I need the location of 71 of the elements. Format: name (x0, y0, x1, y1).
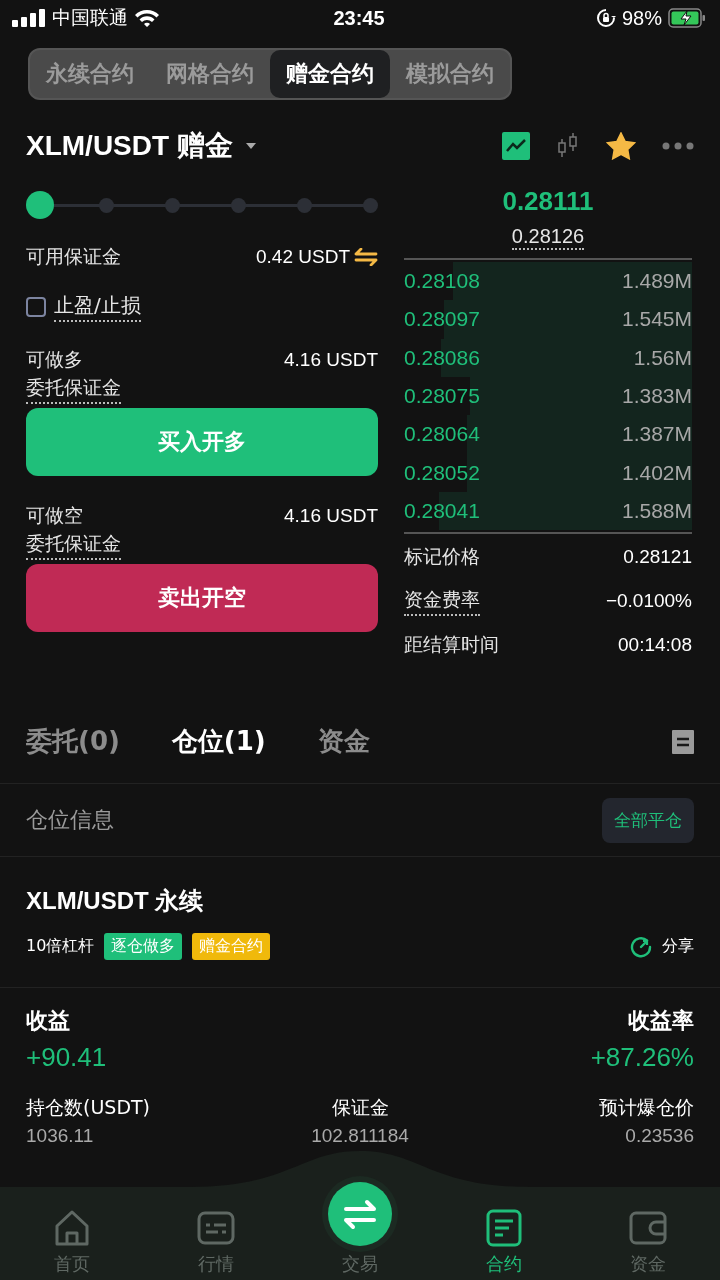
checkbox[interactable] (26, 297, 46, 317)
bid-price[interactable]: 0.28097 (404, 307, 480, 332)
bid-price[interactable]: 0.28108 (404, 269, 480, 294)
leverage-label: 10倍杠杆 (26, 936, 95, 958)
tab[interactable]: 仓位(1) (171, 724, 266, 760)
bid-amount: 1.489M (621, 269, 692, 294)
bid-amount: 1.387M (621, 422, 692, 447)
value: 0.23536 (625, 1125, 694, 1148)
label: 距结算时间 (404, 632, 499, 658)
value: 4.16 USDT (284, 505, 378, 527)
share-icon[interactable] (630, 935, 652, 958)
tag: 逐仓做多 (104, 933, 183, 961)
value: 4.16 USDT (284, 349, 378, 371)
tab[interactable]: 委托(0) (26, 724, 120, 760)
signal-icon (12, 9, 46, 27)
index-price: 0.28126 (511, 225, 585, 250)
label: 收益 (26, 1007, 71, 1036)
label: 保证金 (331, 1095, 389, 1121)
label: 资金费率 (404, 586, 480, 616)
pnl-value: +90.41 (26, 1042, 107, 1074)
value: −0.0100% (605, 590, 692, 613)
value: 102.811184 (311, 1125, 409, 1148)
pair-selector[interactable]: XLM/USDT 赠金 (26, 127, 257, 165)
document-icon[interactable] (672, 729, 694, 754)
value: 00:14:08 (618, 634, 692, 657)
label: 持仓数(USDT) (26, 1095, 152, 1121)
star-icon[interactable] (606, 132, 636, 160)
value: 0.28121 (623, 546, 692, 569)
rotation-lock-icon (595, 8, 616, 28)
roe-value: +87.26% (590, 1042, 694, 1074)
sell-short-button[interactable]: 卖出开空 (26, 564, 378, 632)
checkbox-label[interactable]: 止盈/止损 (54, 292, 141, 322)
transfer-icon[interactable] (354, 248, 378, 266)
bid-amount: 1.588M (621, 498, 692, 523)
bid-amount: 1.402M (621, 460, 692, 485)
tab[interactable]: 资金 (317, 724, 370, 760)
wifi-icon (134, 8, 160, 28)
label: 委托保证金 (26, 530, 121, 560)
label: 预计爆仓价 (599, 1095, 694, 1121)
battery-percent: 98% (621, 6, 662, 30)
bid-price[interactable]: 0.28064 (404, 422, 480, 447)
document-icon (484, 1208, 524, 1248)
caret-icon (244, 142, 257, 150)
share-link[interactable]: 分享 (662, 936, 694, 958)
more-icon[interactable] (662, 142, 694, 150)
label: 可做空 (26, 503, 83, 528)
bid-price[interactable]: 0.28075 (404, 384, 480, 409)
bid-price[interactable]: 0.28041 (404, 498, 480, 523)
label: 委托保证金 (26, 374, 121, 404)
bid-price[interactable]: 0.28086 (404, 345, 480, 370)
bid-amount: 1.56M (633, 345, 692, 370)
bid-price[interactable]: 0.28052 (404, 460, 480, 485)
label: 可做多 (26, 347, 83, 372)
contract-tab[interactable]: 赠金合约 (270, 50, 390, 98)
battery-charging-icon (668, 8, 706, 28)
carrier-name: 中国联通 (52, 6, 128, 30)
label: 收益率 (628, 1007, 694, 1036)
nav-tab[interactable]: 合约 (454, 1208, 554, 1276)
section-title: 仓位信息 (26, 806, 114, 835)
last-price: 0.28111 (501, 186, 595, 217)
bid-amount: 1.383M (621, 384, 692, 409)
tag: 赠金合约 (192, 933, 271, 961)
label: 标记价格 (404, 544, 480, 570)
value: 0.42 USDT (256, 246, 350, 268)
label: 可用保证金 (26, 244, 121, 269)
value: 1036.11 (26, 1125, 95, 1148)
bid-amount: 1.545M (621, 307, 692, 332)
close-all-button[interactable]: 全部平仓 (602, 797, 694, 843)
position-symbol: XLM/USDT 永续 (26, 886, 205, 917)
clock-time: 23:45 (333, 6, 385, 30)
line-chart-icon[interactable] (502, 132, 530, 160)
